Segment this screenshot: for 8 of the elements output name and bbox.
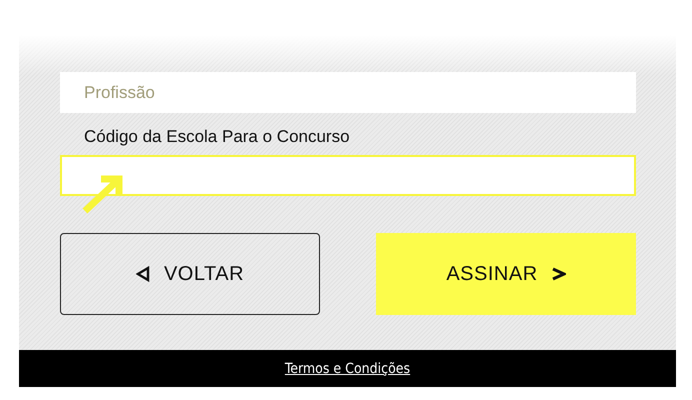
profession-field[interactable]: Profissão — [60, 72, 636, 113]
field-label: Código da Escola Para o Concurso — [84, 127, 351, 147]
chevron-right-icon — [552, 267, 566, 281]
back-triangle-icon — [136, 266, 150, 282]
back-button[interactable]: VOLTAR — [60, 233, 320, 315]
sign-button[interactable]: ASSINAR — [376, 233, 636, 315]
terms-link[interactable]: Termos e Condições — [284, 360, 410, 376]
school-code-field[interactable] — [60, 155, 636, 196]
